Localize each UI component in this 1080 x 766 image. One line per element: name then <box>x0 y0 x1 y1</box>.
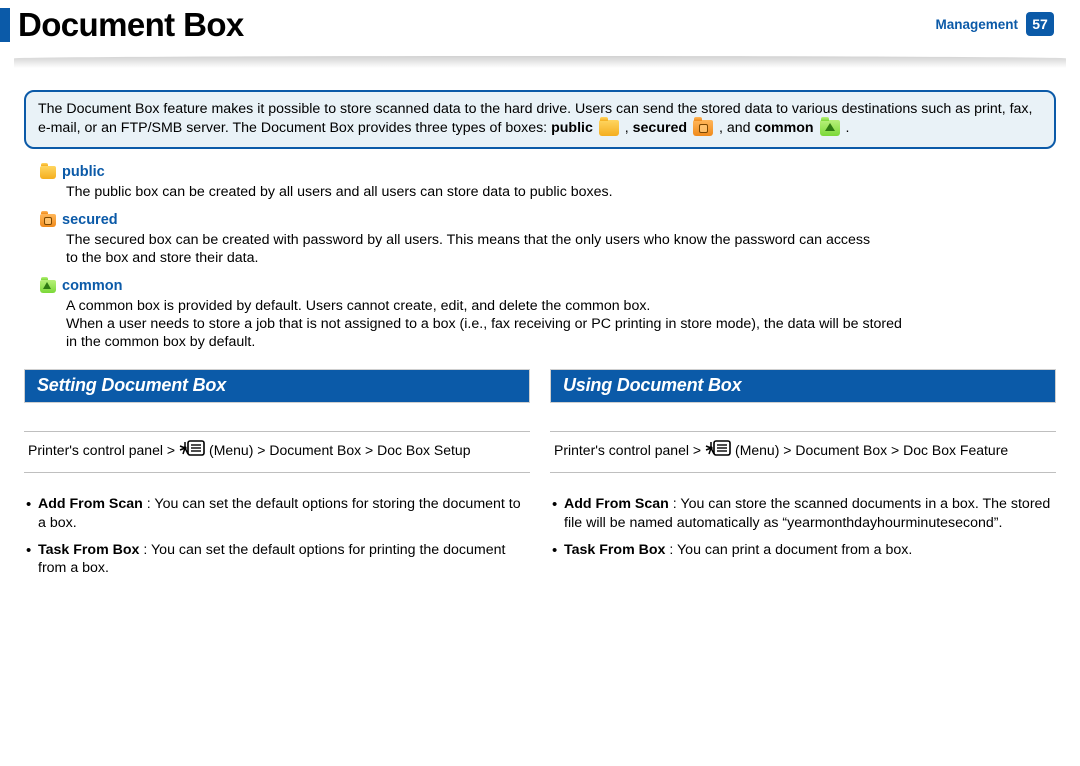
folder-common-icon <box>40 280 56 293</box>
intro-word-secured: secured <box>633 120 687 136</box>
text: The secured box can be created with pass… <box>66 232 870 248</box>
bullet-add-from-scan: Add From Scan : You can store the scanne… <box>550 495 1056 532</box>
intro-end: . <box>846 120 850 136</box>
intro-sep1: , <box>625 120 633 136</box>
intro-text: The Document Box feature makes it possib… <box>38 101 1032 136</box>
column-using: Using Document Box Printer's control pan… <box>550 369 1056 586</box>
path-pre: Printer's control panel > <box>28 442 175 460</box>
box-type-common-label: common <box>62 277 122 296</box>
text: in the common box by default. <box>66 334 255 350</box>
section-label: Management <box>935 17 1018 32</box>
page-title: Document Box <box>18 6 1054 44</box>
intro-and: , and <box>719 120 755 136</box>
box-type-secured: secured The secured box can be created w… <box>40 211 1056 267</box>
box-type-public-body: The public box can be created by all use… <box>66 183 1056 201</box>
path-setting: Printer's control panel > (Menu) > Docum… <box>24 431 530 473</box>
text: A common box is provided by default. Use… <box>66 298 650 314</box>
bullet-label: Task From Box <box>564 542 665 558</box>
folder-common-icon <box>820 120 840 136</box>
bullet-label: Task From Box <box>38 542 139 558</box>
bullet-label: Add From Scan <box>38 496 143 512</box>
header-accent-bar <box>0 8 10 42</box>
heading-using-document-box: Using Document Box <box>550 369 1056 403</box>
menu-icon <box>704 440 732 462</box>
box-type-common: common A common box is provided by defau… <box>40 277 1056 351</box>
column-setting: Setting Document Box Printer's control p… <box>24 369 530 586</box>
box-type-list: public The public box can be created by … <box>40 163 1056 351</box>
folder-secured-icon <box>40 214 56 227</box>
menu-icon <box>178 440 206 462</box>
box-type-public-label: public <box>62 163 105 182</box>
intro-word-common: common <box>754 120 813 136</box>
setting-bullets: Add From Scan : You can set the default … <box>24 495 530 578</box>
box-type-secured-label: secured <box>62 211 118 230</box>
heading-setting-document-box: Setting Document Box <box>24 369 530 403</box>
bullet-task-from-box: Task From Box : You can print a document… <box>550 541 1056 560</box>
folder-public-icon <box>599 120 619 136</box>
folder-secured-icon <box>693 120 713 136</box>
bullet-body: : You can print a document from a box. <box>665 542 912 558</box>
path-post: (Menu) > Document Box > Doc Box Feature <box>735 442 1008 460</box>
box-type-public: public The public box can be created by … <box>40 163 1056 201</box>
bullet-label: Add From Scan <box>564 496 669 512</box>
text: to the box and store their data. <box>66 250 258 266</box>
path-pre: Printer's control panel > <box>554 442 701 460</box>
text: When a user needs to store a job that is… <box>66 316 902 332</box>
path-post: (Menu) > Document Box > Doc Box Setup <box>209 442 470 460</box>
page-number-badge: 57 <box>1026 12 1054 36</box>
folder-public-icon <box>40 166 56 179</box>
box-type-common-body: A common box is provided by default. Use… <box>66 297 1056 352</box>
bullet-task-from-box: Task From Box : You can set the default … <box>24 541 530 578</box>
bullet-add-from-scan: Add From Scan : You can set the default … <box>24 495 530 532</box>
intro-word-public: public <box>551 120 593 136</box>
box-type-secured-body: The secured box can be created with pass… <box>66 231 1056 267</box>
intro-callout: The Document Box feature makes it possib… <box>24 90 1056 149</box>
using-bullets: Add From Scan : You can store the scanne… <box>550 495 1056 559</box>
path-using: Printer's control panel > (Menu) > Docum… <box>550 431 1056 473</box>
